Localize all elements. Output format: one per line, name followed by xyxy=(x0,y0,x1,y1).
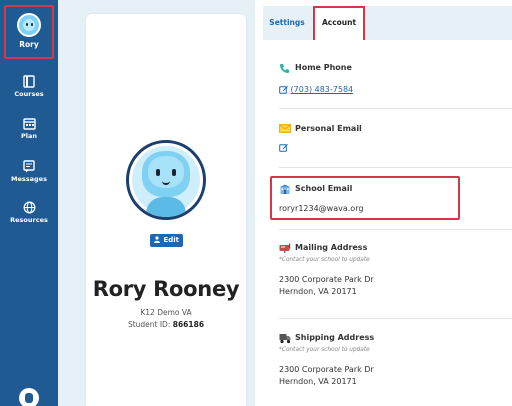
shipping-address-line1: 2300 Corporate Park Dr xyxy=(279,365,374,374)
home-phone-link[interactable]: (703) 483-7584 xyxy=(291,85,354,94)
shipping-address-note: *Contact your school to update xyxy=(279,347,370,353)
student-id: Student ID: 866186 xyxy=(86,320,246,329)
tab-settings[interactable]: Settings xyxy=(263,6,311,40)
edit-button-label: Edit xyxy=(163,236,179,244)
user-edit-icon xyxy=(154,236,160,243)
shipping-address-section: Shipping Address *Contact your school to… xyxy=(279,332,505,386)
sidebar-profile-button[interactable]: Rory xyxy=(4,5,54,59)
divider xyxy=(279,229,512,230)
school-email-section: School Email roryr1234@wava.org xyxy=(279,183,505,213)
sidebar-item-label: Messages xyxy=(11,175,47,183)
sidebar: Rory Courses Plan Messages Resources xyxy=(0,0,58,406)
school-email-value: roryr1234@wava.org xyxy=(279,204,364,213)
edit-icon[interactable] xyxy=(279,143,288,152)
sidebar-item-label: Resources xyxy=(10,216,48,224)
sidebar-user-name: Rory xyxy=(19,40,39,49)
help-icon[interactable] xyxy=(19,388,39,406)
sidebar-item-label: Plan xyxy=(20,132,37,140)
mailing-address-label: Mailing Address xyxy=(295,243,368,252)
personal-email-label: Personal Email xyxy=(295,124,362,133)
globe-icon xyxy=(23,201,35,214)
envelope-icon xyxy=(279,124,291,133)
mailing-address-line2: Herndon, VA 20171 xyxy=(279,287,357,296)
home-phone-label: Home Phone xyxy=(295,63,352,72)
profile-avatar xyxy=(126,140,206,220)
home-phone-section: Home Phone (703) 483-7584 xyxy=(279,62,505,94)
student-id-label: Student ID: xyxy=(127,320,171,329)
phone-icon xyxy=(280,64,289,73)
tab-account[interactable]: Account xyxy=(313,6,365,40)
mailing-address-line1: 2300 Corporate Park Dr xyxy=(279,275,374,284)
edit-avatar-button[interactable]: Edit xyxy=(150,234,183,247)
shipping-address-label: Shipping Address xyxy=(295,333,375,342)
sidebar-item-courses[interactable]: Courses xyxy=(0,75,58,98)
avatar xyxy=(17,13,41,37)
mailing-address-section: Mailing Address *Contact your school to … xyxy=(279,242,505,296)
student-full-name: Rory Rooney xyxy=(92,277,240,301)
message-icon xyxy=(23,160,35,173)
sidebar-item-messages[interactable]: Messages xyxy=(0,160,58,183)
edit-icon[interactable] xyxy=(279,85,288,94)
book-icon xyxy=(23,75,35,88)
account-panel: Settings Account Home Phone (703) 483-75… xyxy=(263,0,512,406)
sidebar-item-plan[interactable]: Plan xyxy=(0,118,58,140)
mailbox-icon xyxy=(279,243,291,253)
divider xyxy=(279,318,512,319)
divider xyxy=(279,167,512,168)
sidebar-item-label: Courses xyxy=(14,90,44,98)
school-icon xyxy=(280,184,290,194)
sidebar-item-resources[interactable]: Resources xyxy=(0,201,58,224)
calendar-icon xyxy=(22,118,36,130)
student-id-value: 866186 xyxy=(172,320,205,329)
personal-email-section: Personal Email xyxy=(279,123,505,152)
truck-icon xyxy=(279,334,291,344)
mailing-address-note: *Contact your school to update xyxy=(279,257,370,263)
tab-bar: Settings Account xyxy=(263,6,512,40)
profile-card: Edit Rory Rooney K12 Demo VA Student ID:… xyxy=(86,14,246,406)
shipping-address-line2: Herndon, VA 20171 xyxy=(279,377,357,386)
school-email-label: School Email xyxy=(295,184,353,193)
school-name: K12 Demo VA xyxy=(140,308,192,317)
divider xyxy=(279,108,512,109)
